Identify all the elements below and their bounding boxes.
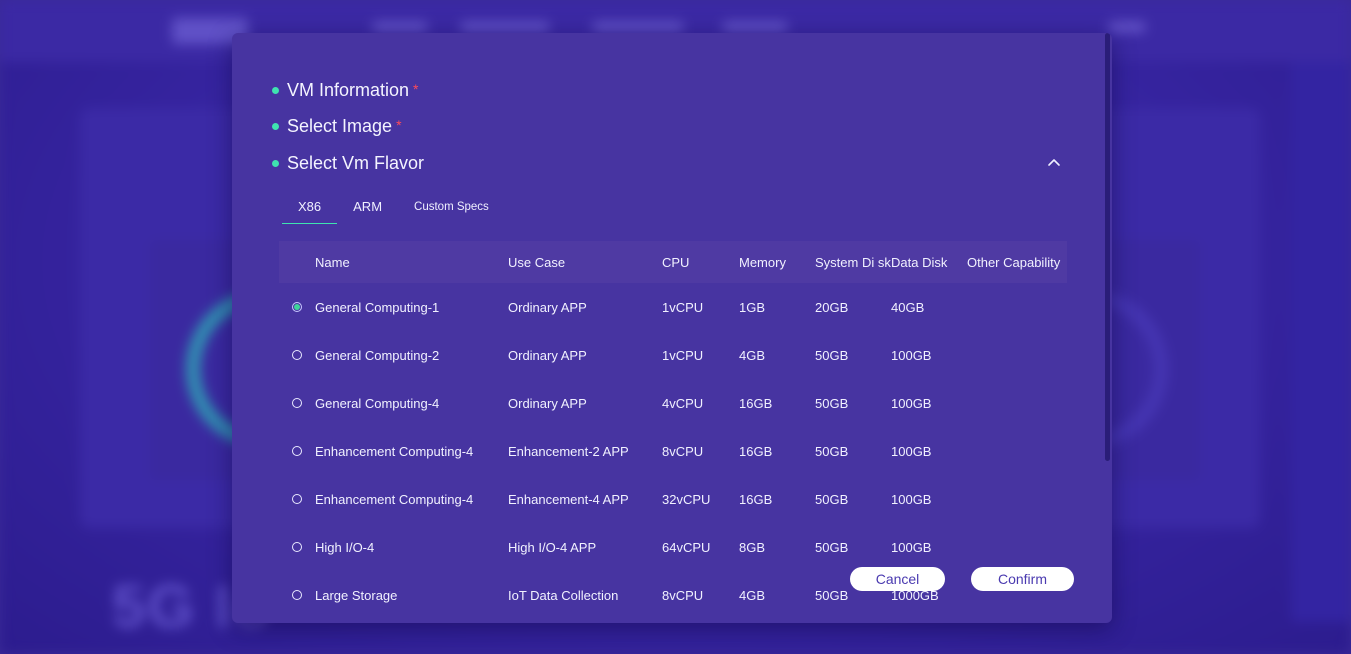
cell-cpu: 64vCPU <box>662 539 711 555</box>
cell-memory: 16GB <box>739 443 773 459</box>
cell-memory: 16GB <box>739 395 773 411</box>
section-bullet-icon <box>272 159 279 167</box>
table-header: Name Use Case CPU Memory System Di sk Da… <box>279 241 1067 283</box>
table-row[interactable]: General Computing-4 Ordinary APP 4vCPU 1… <box>279 379 1067 427</box>
cell-system-disk: 50GB <box>815 443 849 459</box>
flavor-radio[interactable] <box>292 350 302 360</box>
table-row[interactable]: General Computing-2 Ordinary APP 1vCPU 4… <box>279 331 1067 379</box>
background-nav-item <box>372 22 428 32</box>
background-nav-item <box>592 22 684 32</box>
cell-use-case: High I/O-4 APP <box>508 539 597 555</box>
cell-use-case: Ordinary APP <box>508 395 587 411</box>
header-cpu: CPU <box>662 254 690 270</box>
cell-data-disk: 100GB <box>891 539 932 555</box>
tab-custom-specs[interactable]: Custom Specs <box>398 193 505 223</box>
table-row[interactable]: Enhancement Computing-4 Enhancement-4 AP… <box>279 475 1067 523</box>
cell-name: General Computing-4 <box>315 395 440 411</box>
header-use-case: Use Case <box>508 254 566 270</box>
cell-name: General Computing-1 <box>315 299 440 315</box>
required-marker: * <box>396 117 402 133</box>
cell-data-disk: 100GB <box>891 395 932 411</box>
tab-x86[interactable]: X86 <box>282 193 338 224</box>
header-memory: Memory <box>739 254 786 270</box>
header-data-disk: Data Disk <box>891 254 948 270</box>
cell-memory: 4GB <box>739 347 766 363</box>
background-nav-item <box>460 22 550 32</box>
cancel-button[interactable]: Cancel <box>850 567 945 591</box>
cell-system-disk: 50GB <box>815 347 849 363</box>
cell-name: Large Storage <box>315 587 398 603</box>
section-select-vm-flavor[interactable]: Select Vm Flavor <box>272 149 424 177</box>
cell-system-disk: 50GB <box>815 539 849 555</box>
table-row[interactable]: Large Storage IoT Data Collection 8vCPU … <box>279 571 1067 619</box>
cell-memory: 4GB <box>739 587 766 603</box>
cell-system-disk: 20GB <box>815 299 849 315</box>
cell-name: Enhancement Computing-4 <box>315 491 474 507</box>
cell-name: High I/O-4 <box>315 539 375 555</box>
cell-use-case: Enhancement-4 APP <box>508 491 629 507</box>
chevron-up-icon[interactable] <box>1047 155 1061 169</box>
section-label: Select Image <box>287 115 393 136</box>
flavor-radio[interactable] <box>292 542 302 552</box>
cell-name: General Computing-2 <box>315 347 440 363</box>
flavor-radio[interactable] <box>292 494 302 504</box>
section-label: Select Vm Flavor <box>287 152 425 173</box>
flavor-radio[interactable] <box>292 302 302 312</box>
background-nav-item <box>722 22 788 32</box>
section-bullet-icon <box>272 86 279 94</box>
cell-data-disk: 100GB <box>891 347 932 363</box>
cell-cpu: 4vCPU <box>662 395 704 411</box>
section-vm-information[interactable]: VM Information * <box>272 76 419 104</box>
background-rail <box>1291 62 1351 622</box>
background-nav-item <box>1108 22 1146 32</box>
flavor-radio[interactable] <box>292 446 302 456</box>
cell-cpu: 32vCPU <box>662 491 711 507</box>
create-vm-dialog: VM Information * Select Image * Select V… <box>232 33 1112 623</box>
flavor-radio[interactable] <box>292 398 302 408</box>
cell-cpu: 1vCPU <box>662 347 704 363</box>
table-row[interactable]: General Computing-1 Ordinary APP 1vCPU 1… <box>279 283 1067 331</box>
cell-cpu: 8vCPU <box>662 587 704 603</box>
cell-use-case: Ordinary APP <box>508 299 587 315</box>
table-row[interactable]: High I/O-4 High I/O-4 APP 64vCPU 8GB 50G… <box>279 523 1067 571</box>
header-other-capability: Other Capability <box>967 254 1061 270</box>
section-bullet-icon <box>272 122 279 130</box>
table-row[interactable]: Enhancement Computing-4 Enhancement-2 AP… <box>279 427 1067 475</box>
cell-system-disk: 50GB <box>815 395 849 411</box>
cell-name: Enhancement Computing-4 <box>315 443 474 459</box>
cell-memory: 8GB <box>739 539 766 555</box>
flavor-table: Name Use Case CPU Memory System Di sk Da… <box>279 241 1067 619</box>
section-select-image[interactable]: Select Image * <box>272 112 402 140</box>
cell-cpu: 8vCPU <box>662 443 704 459</box>
section-label: VM Information <box>287 79 410 100</box>
flavor-tabs: X86 ARM Custom Specs <box>282 193 505 225</box>
cell-use-case: Ordinary APP <box>508 347 587 363</box>
cell-data-disk: 100GB <box>891 491 932 507</box>
header-name: Name <box>315 254 350 270</box>
header-system-disk: System Di sk <box>815 254 891 270</box>
dialog-scrollbar[interactable] <box>1105 33 1110 461</box>
tab-arm[interactable]: ARM <box>337 193 398 223</box>
cell-memory: 16GB <box>739 491 773 507</box>
required-marker: * <box>413 81 419 97</box>
cell-system-disk: 50GB <box>815 491 849 507</box>
cell-data-disk: 100GB <box>891 443 932 459</box>
flavor-radio[interactable] <box>292 590 302 600</box>
confirm-button[interactable]: Confirm <box>971 567 1074 591</box>
cell-memory: 1GB <box>739 299 766 315</box>
cell-use-case: Enhancement-2 APP <box>508 443 629 459</box>
cell-use-case: IoT Data Collection <box>508 587 619 603</box>
cell-cpu: 1vCPU <box>662 299 704 315</box>
cell-data-disk: 40GB <box>891 299 925 315</box>
